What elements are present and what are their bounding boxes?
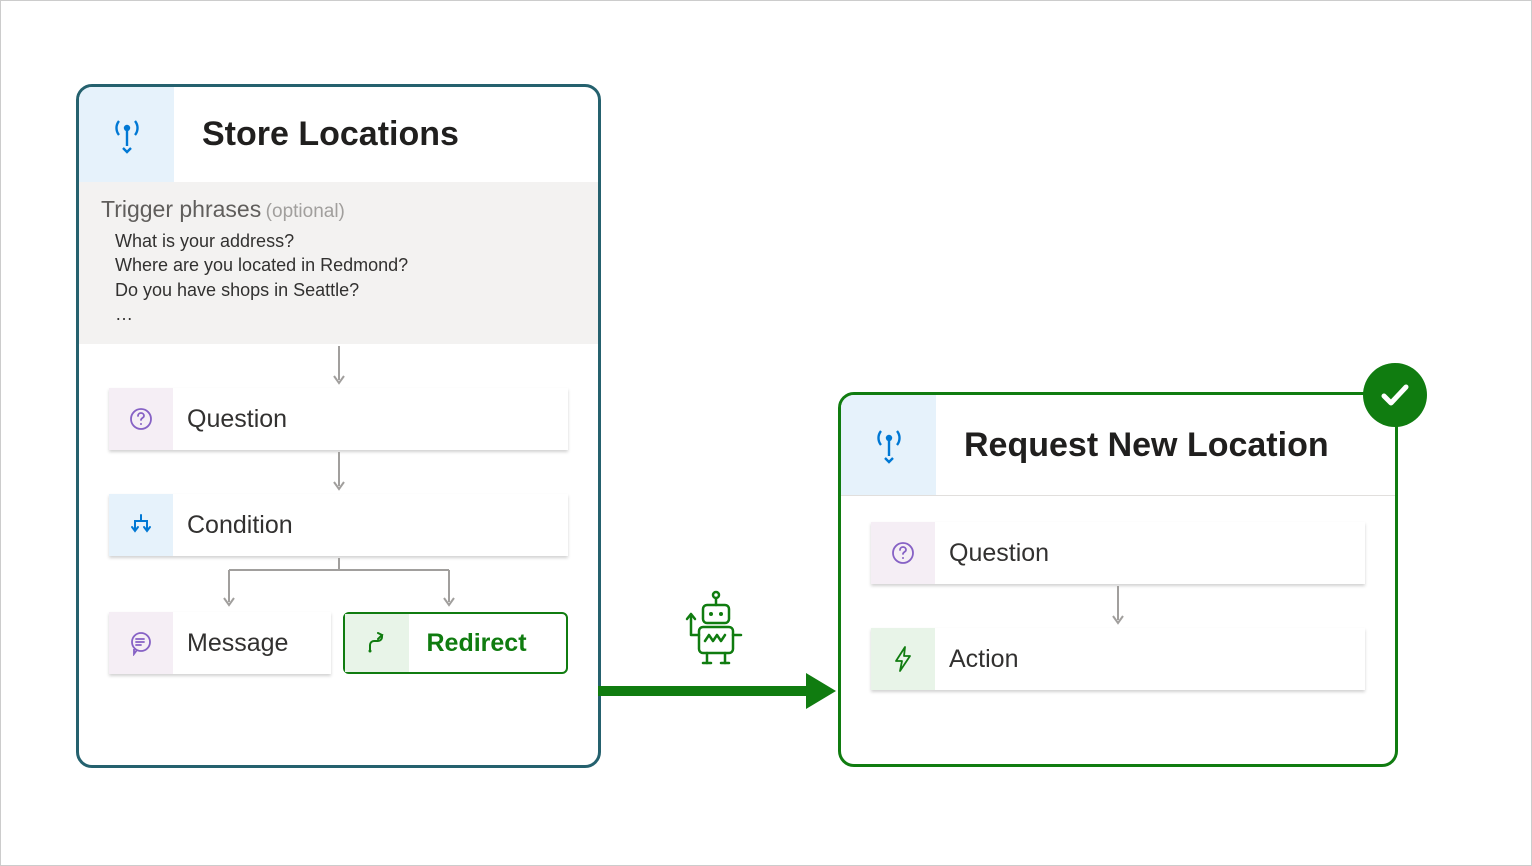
diagram-canvas: Store Locations Trigger phrases (optiona…	[0, 0, 1532, 866]
trigger-optional: (optional)	[266, 201, 345, 222]
node-label: Question	[935, 522, 1049, 584]
antenna-icon	[874, 426, 904, 464]
arrow-down-icon	[109, 450, 568, 494]
node-label: Question	[173, 388, 287, 450]
branch-split-icon	[109, 556, 568, 612]
node-label: Message	[173, 612, 288, 674]
topic-icon-box	[841, 395, 936, 495]
trigger-phrase: …	[115, 302, 576, 326]
message-icon	[109, 612, 173, 674]
topic-icon-box	[79, 87, 174, 182]
redirect-arrow-icon	[598, 671, 838, 711]
question-icon	[109, 388, 173, 450]
trigger-phrases-block: Trigger phrases (optional) What is your …	[79, 182, 598, 344]
arrow-down-icon	[109, 344, 568, 388]
question-icon	[871, 522, 935, 584]
card-header: Store Locations	[79, 87, 598, 182]
trigger-phrase: What is your address?	[115, 229, 576, 253]
node-condition[interactable]: Condition	[109, 494, 568, 556]
check-badge-icon	[1363, 363, 1427, 427]
node-message[interactable]: Message	[109, 612, 331, 674]
topic-title: Store Locations	[174, 87, 459, 182]
node-area: Question Action	[841, 496, 1395, 710]
trigger-phrase: Do you have shops in Seattle?	[115, 278, 576, 302]
lightning-icon	[871, 628, 935, 690]
node-area: Question Condition	[79, 344, 598, 694]
node-action[interactable]: Action	[871, 628, 1365, 690]
node-label: Condition	[173, 494, 293, 556]
topic-card-request-new-location: Request New Location Question Action	[838, 392, 1398, 767]
card-header: Request New Location	[841, 395, 1395, 495]
node-question[interactable]: Question	[871, 522, 1365, 584]
antenna-icon	[112, 116, 142, 154]
topic-card-store-locations: Store Locations Trigger phrases (optiona…	[76, 84, 601, 768]
trigger-phrase: Where are you located in Redmond?	[115, 253, 576, 277]
trigger-phrase-list: What is your address? Where are you loca…	[101, 223, 576, 326]
branch-row: Message Redirect	[109, 612, 568, 674]
node-label: Redirect	[409, 614, 527, 672]
redirect-icon	[345, 614, 409, 672]
node-label: Action	[935, 628, 1018, 690]
bot-icon	[681, 589, 751, 669]
trigger-label: Trigger phrases	[101, 196, 261, 222]
branch-icon	[109, 494, 173, 556]
topic-title: Request New Location	[936, 395, 1329, 495]
node-redirect[interactable]: Redirect	[343, 612, 569, 674]
arrow-down-icon	[871, 584, 1365, 628]
node-question[interactable]: Question	[109, 388, 568, 450]
